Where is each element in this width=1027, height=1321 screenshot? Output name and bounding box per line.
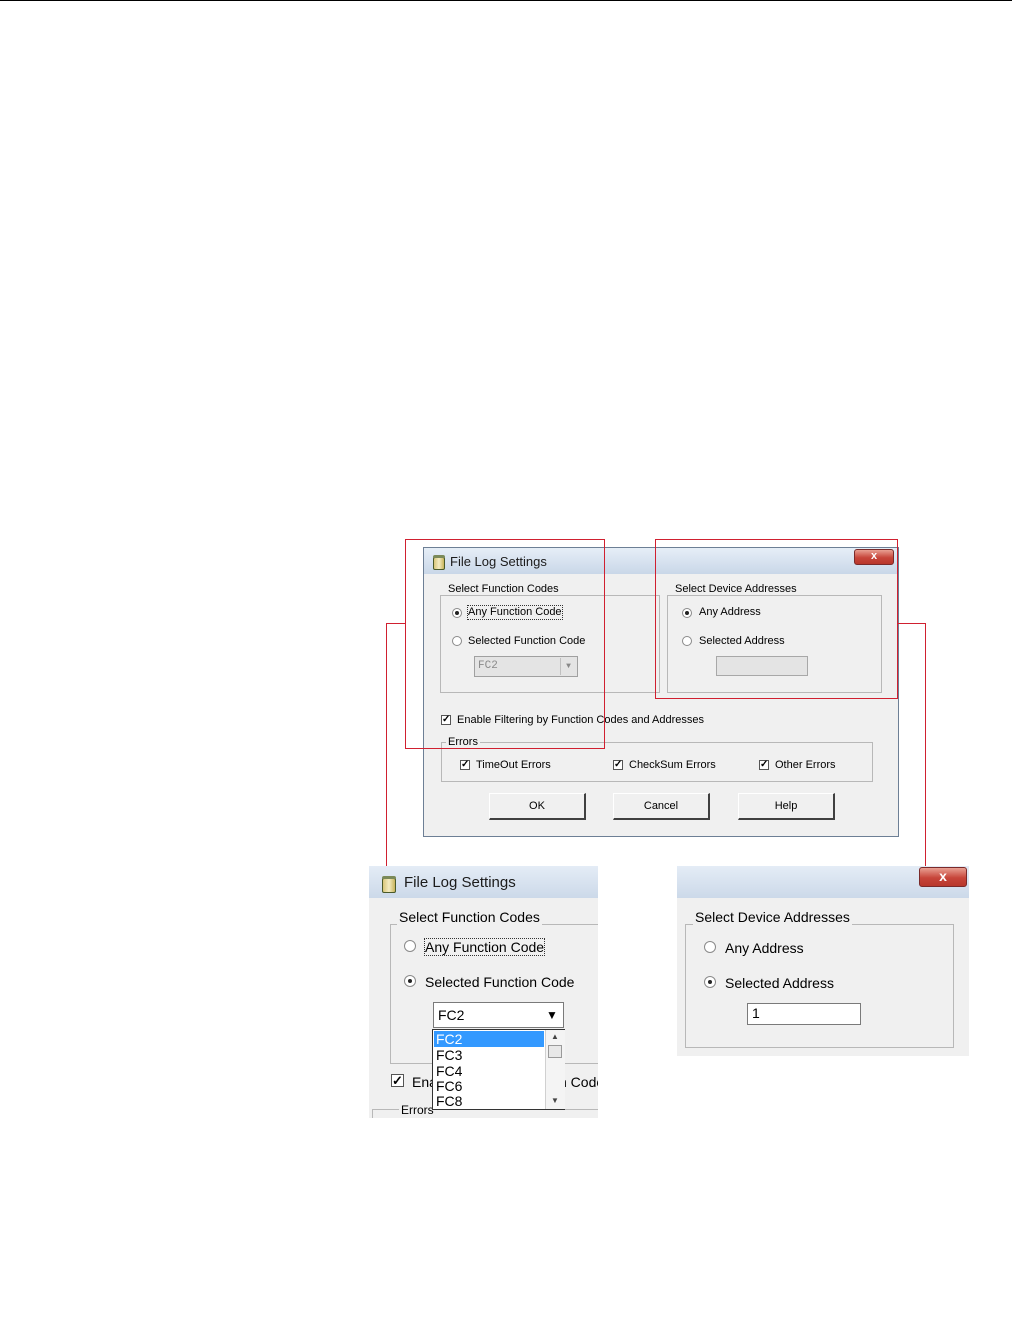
- file-log-icon: [382, 876, 396, 893]
- callout-leader-right-v: [925, 623, 926, 867]
- zoom-enable-filtering-checkbox[interactable]: ✓: [391, 1074, 404, 1087]
- zoom-selected-function-code-radio[interactable]: [404, 975, 416, 987]
- dropdown-option-fc8[interactable]: FC8: [434, 1093, 544, 1109]
- zoom-dialog-title: File Log Settings: [404, 874, 516, 891]
- chevron-down-icon[interactable]: ▼: [543, 1005, 561, 1025]
- checksum-errors-label[interactable]: CheckSum Errors: [629, 759, 716, 772]
- dropdown-option-fc4[interactable]: FC4: [434, 1063, 544, 1079]
- dropdown-scrollbar[interactable]: ▲ ▼: [545, 1030, 565, 1109]
- callout-box-function-codes: [405, 539, 605, 749]
- zoom-function-code-combo[interactable]: FC2 ▼: [433, 1002, 564, 1028]
- scroll-down-icon[interactable]: ▼: [551, 1096, 559, 1105]
- callout-box-device-addresses: [655, 539, 898, 699]
- zoom-function-codes-group-label: Select Function Codes: [397, 909, 542, 925]
- dropdown-option-fc6[interactable]: FC6: [434, 1078, 544, 1094]
- dropdown-option-fc2[interactable]: FC2: [434, 1031, 544, 1047]
- page-top-rule: [0, 0, 1012, 1]
- zoom-any-function-code-label[interactable]: Any Function Code: [423, 938, 546, 956]
- cancel-button[interactable]: Cancel: [613, 793, 710, 820]
- other-errors-checkbox[interactable]: ✓: [759, 760, 769, 770]
- callout-leader-left-h: [386, 623, 406, 624]
- zoom-errors-group-label: Errors: [399, 1102, 436, 1118]
- callout-leader-left-v: [386, 623, 387, 867]
- zoom-address-input[interactable]: 1: [747, 1003, 861, 1025]
- zoom-any-function-code-radio[interactable]: [404, 940, 416, 952]
- dropdown-option-fc3[interactable]: FC3: [434, 1047, 544, 1063]
- zoom-device-addresses-group-label: Select Device Addresses: [693, 909, 852, 925]
- zoom-any-address-radio[interactable]: [704, 941, 716, 953]
- zoom-any-address-label[interactable]: Any Address: [725, 940, 804, 956]
- other-errors-label[interactable]: Other Errors: [775, 759, 836, 772]
- zoom-close-button[interactable]: x: [919, 867, 967, 887]
- timeout-errors-label[interactable]: TimeOut Errors: [476, 759, 551, 772]
- zoom-panel-device-addresses: x Select Device Addresses Any Address Se…: [677, 866, 969, 1056]
- zoom-function-code-dropdown-list[interactable]: FC2 FC3 FC4 FC6 FC8 ▲ ▼: [432, 1029, 565, 1110]
- zoom-combo-value: FC2: [438, 1007, 465, 1023]
- zoom-selected-address-label[interactable]: Selected Address: [725, 975, 834, 991]
- close-icon: x: [939, 868, 947, 884]
- callout-leader-right-h: [898, 623, 926, 624]
- checksum-errors-checkbox[interactable]: ✓: [613, 760, 623, 770]
- zoom-selected-function-code-label[interactable]: Selected Function Code: [425, 974, 574, 990]
- help-button[interactable]: Help: [738, 793, 835, 820]
- zoom-selected-address-radio[interactable]: [704, 976, 716, 988]
- scrollbar-thumb[interactable]: [548, 1045, 562, 1058]
- ok-button[interactable]: OK: [489, 793, 586, 820]
- timeout-errors-checkbox[interactable]: ✓: [460, 760, 470, 770]
- zoom-panel-function-codes: File Log Settings Select Function Codes …: [369, 866, 598, 1118]
- scroll-up-icon[interactable]: ▲: [551, 1032, 559, 1041]
